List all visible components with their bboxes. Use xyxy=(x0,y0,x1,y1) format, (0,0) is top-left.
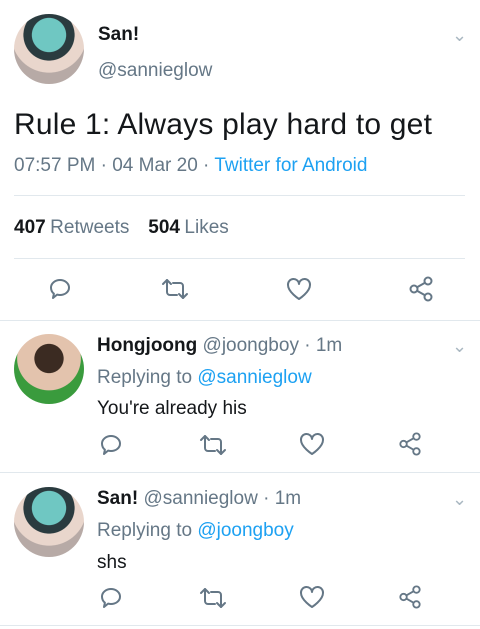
reply-avatar[interactable] xyxy=(14,487,84,557)
reply-author-name[interactable]: San! xyxy=(97,488,138,509)
likes-label: Likes xyxy=(184,217,229,238)
chevron-down-icon[interactable]: ⌄ xyxy=(452,337,467,355)
replying-to: Replying to @joongboy xyxy=(97,520,294,542)
heart-icon[interactable] xyxy=(299,432,325,456)
retweet-icon[interactable] xyxy=(198,587,228,609)
heart-icon[interactable] xyxy=(299,585,325,609)
divider xyxy=(0,472,480,473)
reply-age: 1m xyxy=(274,488,302,509)
retweet-icon[interactable] xyxy=(198,434,228,456)
share-icon[interactable] xyxy=(398,585,422,609)
meta-separator: · xyxy=(100,155,107,176)
tweet-stats: 407 Retweets 504 Likes xyxy=(14,217,229,239)
reply-icon[interactable] xyxy=(99,433,123,457)
replying-to-prefix: Replying to xyxy=(97,520,193,541)
replying-to-link[interactable]: @joongboy xyxy=(197,520,293,541)
heart-icon[interactable] xyxy=(286,277,312,301)
reply-header: Hongjoong @joongboy · 1m xyxy=(97,335,342,357)
divider xyxy=(14,258,465,259)
retweet-icon[interactable] xyxy=(160,278,190,300)
tweet-text: Rule 1: Always play hard to get xyxy=(14,108,433,141)
likes-stat[interactable]: 504 Likes xyxy=(148,217,229,238)
tweet-source-link[interactable]: Twitter for Android xyxy=(214,155,367,176)
reply-avatar[interactable] xyxy=(14,334,84,404)
chevron-down-icon[interactable]: ⌄ xyxy=(452,26,467,44)
author-name[interactable]: San! xyxy=(98,24,139,46)
likes-count: 504 xyxy=(148,217,180,238)
reply-icon[interactable] xyxy=(48,277,72,301)
retweets-label: Retweets xyxy=(50,217,130,238)
replying-to-prefix: Replying to xyxy=(97,367,193,388)
divider xyxy=(0,320,480,321)
author-handle[interactable]: @sannieglow xyxy=(98,60,212,82)
replying-to: Replying to @sannieglow xyxy=(97,367,312,389)
meta-separator: · xyxy=(203,155,210,176)
tweet-meta: 07:57 PM · 04 Mar 20 · Twitter for Andro… xyxy=(14,155,367,177)
reply-author-handle[interactable]: @joongboy xyxy=(203,335,299,356)
reply-text: shs xyxy=(97,552,127,573)
reply-age: 1m xyxy=(315,335,343,356)
divider xyxy=(0,625,480,626)
tweet-time: 07:57 PM xyxy=(14,155,96,176)
reply-author-handle[interactable]: @sannieglow xyxy=(143,488,257,509)
reply-author-name[interactable]: Hongjoong xyxy=(97,335,197,356)
divider xyxy=(14,195,465,196)
meta-separator: · xyxy=(304,335,311,356)
chevron-down-icon[interactable]: ⌄ xyxy=(452,490,467,508)
share-icon[interactable] xyxy=(398,432,422,456)
retweets-stat[interactable]: 407 Retweets xyxy=(14,217,130,238)
meta-separator: · xyxy=(263,488,270,509)
retweets-count: 407 xyxy=(14,217,46,238)
author-avatar[interactable] xyxy=(14,14,84,84)
tweet-date: 04 Mar 20 xyxy=(112,155,198,176)
reply-icon[interactable] xyxy=(99,586,123,610)
share-icon[interactable] xyxy=(408,276,434,302)
reply-text: You're already his xyxy=(97,398,247,419)
reply-header: San! @sannieglow · 1m xyxy=(97,488,301,510)
replying-to-link[interactable]: @sannieglow xyxy=(197,367,311,388)
